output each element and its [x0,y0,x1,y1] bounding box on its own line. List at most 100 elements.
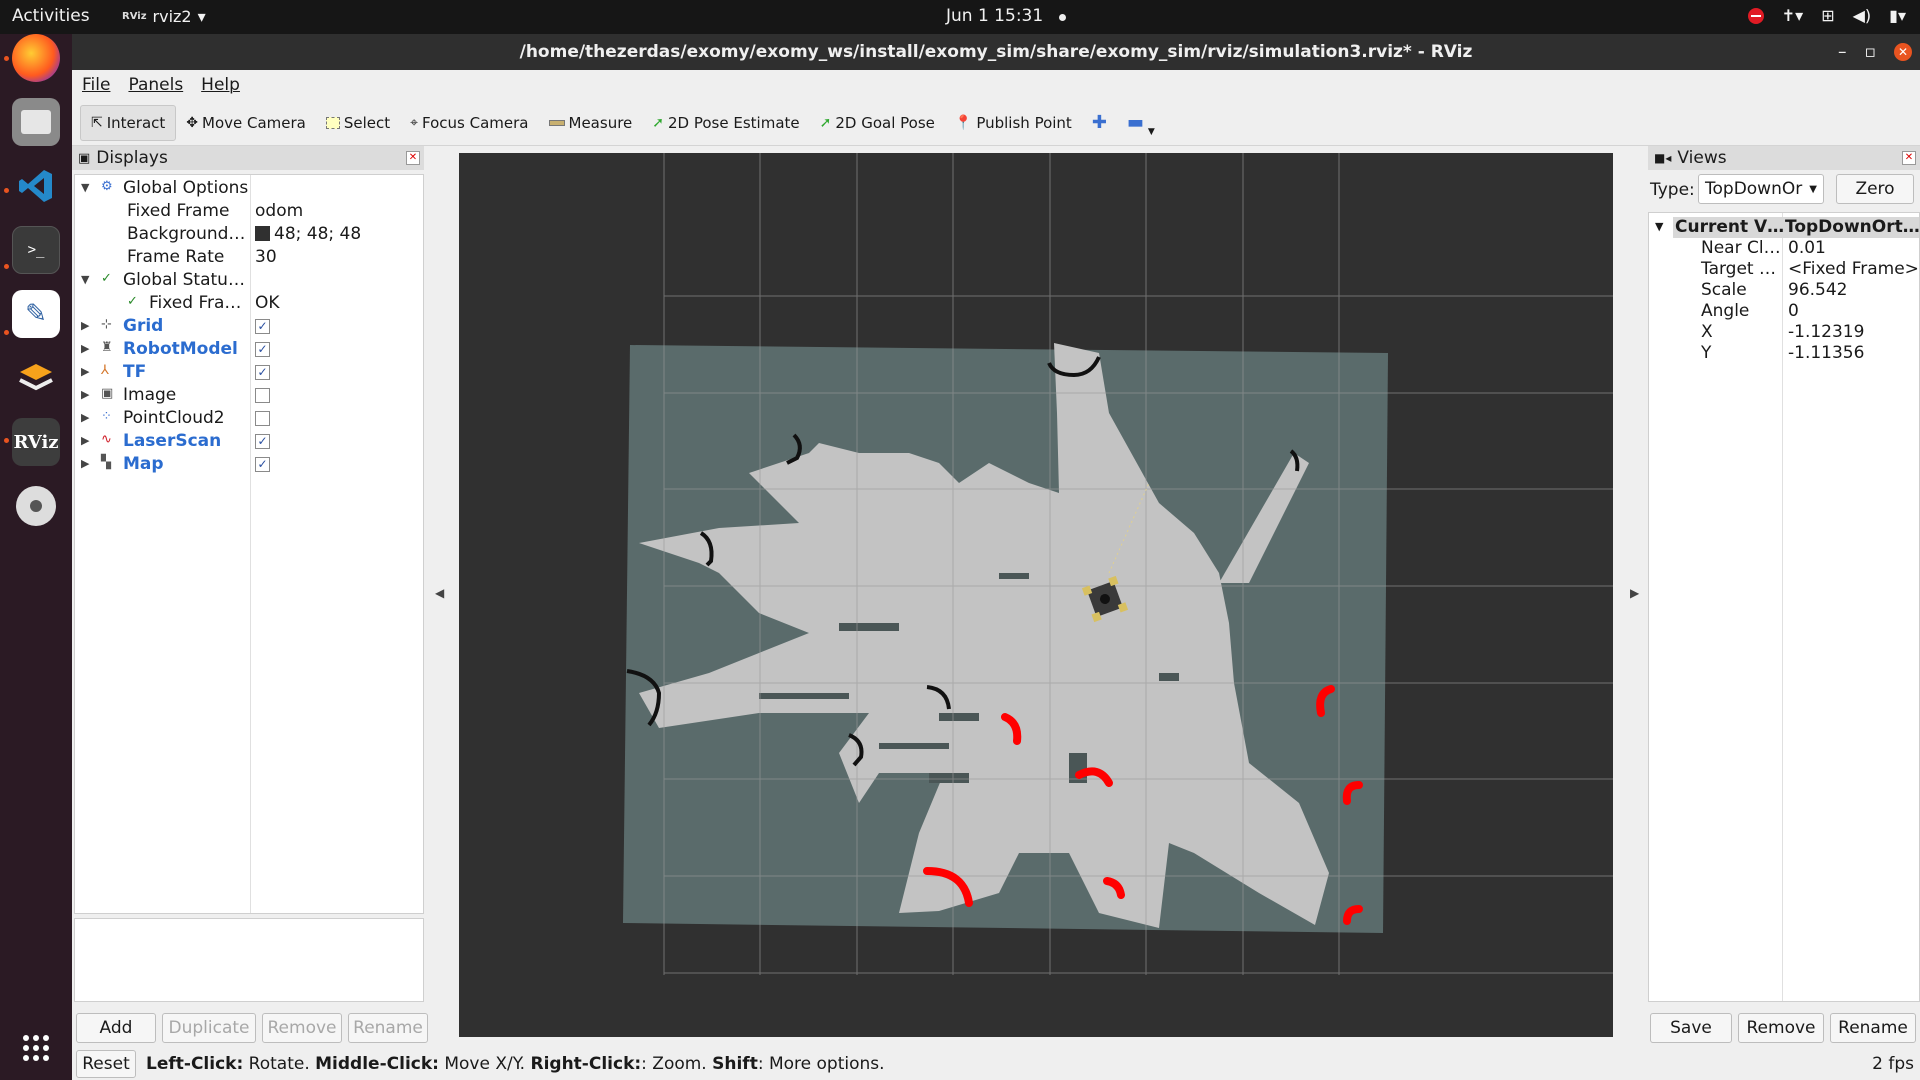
displays-button-row: Add Duplicate Remove Rename [76,1013,428,1043]
battery-icon[interactable]: ▮▾ [1889,6,1906,25]
focus-camera-tool[interactable]: ⌖ Focus Camera [400,105,538,141]
maximize-icon[interactable]: ▫ [1864,34,1876,70]
network-icon[interactable]: ⊞ [1821,6,1834,25]
volume-icon[interactable]: ◀) [1853,6,1872,25]
render-viewport[interactable] [459,153,1613,1037]
duplicate-display-button[interactable]: Duplicate [162,1013,256,1043]
rename-view-button[interactable]: Rename [1830,1013,1916,1043]
window-titlebar[interactable]: /home/thezerdas/exomy/exomy_ws/install/e… [72,34,1920,70]
views-button-row: Save Remove Rename [1650,1013,1916,1043]
expand-arrow-icon[interactable]: ▼ [81,273,89,286]
display-enabled-checkbox[interactable]: ✓ [255,319,270,334]
zero-button[interactable]: Zero [1836,174,1914,204]
fixed-frame-value[interactable]: odom [255,201,303,221]
property-value[interactable]: <Fixed Frame> [1788,259,1919,279]
do-not-disturb-icon[interactable] [1747,7,1764,24]
menu-panels[interactable]: Panels [128,75,183,95]
move-icon: ✥ [186,114,198,131]
minimize-icon[interactable]: – [1838,34,1847,70]
vscode-icon[interactable] [12,162,60,210]
map-render[interactable] [459,153,1613,1037]
goal-pose-tool[interactable]: ➚ 2D Goal Pose [810,105,945,141]
interact-tool[interactable]: ⇱ Interact [80,104,177,141]
view-property-row[interactable]: Angle 0 [1649,301,1919,322]
view-property-row[interactable]: Y -1.11356 [1649,343,1919,364]
save-view-button[interactable]: Save [1650,1013,1732,1043]
select-tool[interactable]: Select [316,105,400,141]
text-editor-icon[interactable]: ✎ [12,290,60,338]
collapse-arrow-icon[interactable]: ▶ [81,457,89,470]
menu-help[interactable]: Help [201,75,240,95]
view-property-row[interactable]: X -1.12319 [1649,322,1919,343]
firefox-icon[interactable] [12,34,60,82]
remove-view-button[interactable]: Remove [1738,1013,1824,1043]
close-panel-icon[interactable]: ✕ [406,151,420,165]
property-value[interactable]: -1.11356 [1788,343,1864,363]
activities-button[interactable]: Activities [12,6,90,26]
collapse-right-dock-icon[interactable]: ▶ [1630,586,1639,600]
pose-estimate-tool[interactable]: ➚ 2D Pose Estimate [642,105,809,141]
view-property-row[interactable]: Near Cl… 0.01 [1649,238,1919,259]
display-item-map[interactable]: ▶ ▚ Map ✓ [75,453,423,476]
rename-display-button[interactable]: Rename [348,1013,428,1043]
global-options-row[interactable]: ▼ ⚙ Global Options [75,177,423,200]
disc-icon[interactable] [12,482,60,530]
system-tray[interactable]: ✝▾ ⊞ ◀) ▮▾ [1747,6,1906,25]
fixed-frame-row[interactable]: Fixed Frame odom [75,200,423,223]
clock[interactable]: Jun 1 15:31 [946,6,1043,26]
add-display-button[interactable]: Add [76,1013,156,1043]
frame-rate-value[interactable]: 30 [255,247,277,267]
publish-point-tool[interactable]: 📍 Publish Point [945,105,1082,141]
property-value[interactable]: 0 [1788,301,1799,321]
menu-file[interactable]: File [82,75,110,95]
display-item-image[interactable]: ▶ ▣ Image [75,384,423,407]
background-value[interactable]: 48; 48; 48 [255,224,361,244]
close-panel-icon[interactable]: ✕ [1902,151,1916,165]
collapse-left-dock-icon[interactable]: ◀ [435,586,444,600]
display-item-grid[interactable]: ▶ ⊹ Grid ✓ [75,315,423,338]
files-icon[interactable] [12,98,60,146]
reset-button[interactable]: Reset [76,1050,136,1078]
property-value[interactable]: 96.542 [1788,280,1847,300]
background-row[interactable]: Background… 48; 48; 48 [75,223,423,246]
display-item-laserscan[interactable]: ▶ ∿ LaserScan ✓ [75,430,423,453]
layers-app-icon[interactable] [12,354,60,402]
frame-rate-row[interactable]: Frame Rate 30 [75,246,423,269]
collapse-arrow-icon[interactable]: ▶ [81,411,89,424]
display-enabled-checkbox[interactable] [255,388,270,403]
current-view-row[interactable]: ▼ Current V… TopDownOrt… [1649,217,1920,238]
close-icon[interactable]: ✕ [1894,43,1912,61]
global-status-row[interactable]: ▼ ✓ Global Statu… [75,269,423,292]
add-tool-button[interactable]: ✚ [1082,105,1117,141]
property-value[interactable]: 0.01 [1788,238,1826,258]
remove-tool-button[interactable]: ▬ ▼ [1117,105,1165,141]
view-property-row[interactable]: Scale 96.542 [1649,280,1919,301]
display-enabled-checkbox[interactable]: ✓ [255,457,270,472]
expand-arrow-icon[interactable]: ▼ [81,181,89,194]
display-item-pointcloud2[interactable]: ▶ ⁘ PointCloud2 [75,407,423,430]
accessibility-icon[interactable]: ✝▾ [1782,6,1803,25]
expand-arrow-icon[interactable]: ▼ [1655,220,1663,233]
collapse-arrow-icon[interactable]: ▶ [81,365,89,378]
display-item-tf[interactable]: ▶ ⅄ TF ✓ [75,361,423,384]
rviz-icon[interactable]: RViz [12,418,60,466]
display-enabled-checkbox[interactable]: ✓ [255,365,270,380]
display-enabled-checkbox[interactable]: ✓ [255,342,270,357]
measure-tool[interactable]: Measure [539,105,643,141]
collapse-arrow-icon[interactable]: ▶ [81,434,89,447]
view-type-select[interactable]: TopDownOr ▼ [1698,174,1824,204]
fixed-frame-status-row[interactable]: ✓ Fixed Fra… OK [75,292,423,315]
terminal-icon[interactable]: >_ [12,226,60,274]
move-camera-tool[interactable]: ✥ Move Camera [176,105,316,141]
remove-display-button[interactable]: Remove [262,1013,342,1043]
display-enabled-checkbox[interactable]: ✓ [255,434,270,449]
display-enabled-checkbox[interactable] [255,411,270,426]
display-item-robotmodel[interactable]: ▶ ♜ RobotModel ✓ [75,338,423,361]
collapse-arrow-icon[interactable]: ▶ [81,319,89,332]
collapse-arrow-icon[interactable]: ▶ [81,342,89,355]
show-apps-icon[interactable] [12,1024,60,1072]
app-menu[interactable]: RViz rviz2 ▾ [122,7,206,26]
view-property-row[interactable]: Target … <Fixed Frame> [1649,259,1919,280]
property-value[interactable]: -1.12319 [1788,322,1864,342]
collapse-arrow-icon[interactable]: ▶ [81,388,89,401]
